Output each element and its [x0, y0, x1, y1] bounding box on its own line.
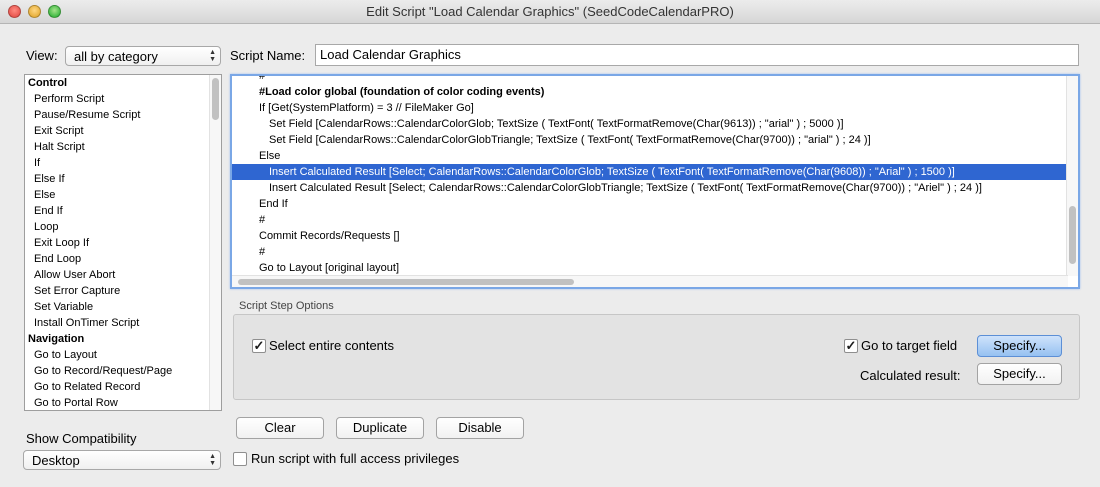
- script-line-selected[interactable]: Insert Calculated Result [Select; Calend…: [232, 164, 1068, 180]
- script-line[interactable]: Commit Records/Requests []: [232, 228, 1068, 244]
- script-line[interactable]: #: [232, 76, 1068, 84]
- script-vertical-scroll-thumb[interactable]: [1069, 206, 1076, 264]
- script-line[interactable]: #: [232, 212, 1068, 228]
- script-name-input[interactable]: Load Calendar Graphics: [315, 44, 1079, 66]
- view-selected-value: all by category: [74, 49, 158, 64]
- script-line[interactable]: If [Get(SystemPlatform) = 3 // FileMaker…: [232, 100, 1068, 116]
- script-line[interactable]: End If: [232, 196, 1068, 212]
- script-line[interactable]: Set Field [CalendarRows::CalendarColorGl…: [232, 132, 1068, 148]
- list-item[interactable]: Exit Script: [25, 123, 221, 139]
- select-entire-contents-label: Select entire contents: [269, 338, 395, 353]
- list-item[interactable]: End If: [25, 203, 221, 219]
- view-label: View:: [26, 48, 58, 63]
- list-category-header: Control: [28, 77, 68, 89]
- compatibility-popup[interactable]: Desktop ▲ ▼: [23, 450, 221, 470]
- list-item[interactable]: Perform Script: [25, 91, 221, 107]
- list-item[interactable]: Allow User Abort: [25, 267, 221, 283]
- title-bar: Edit Script "Load Calendar Graphics" (Se…: [0, 0, 1100, 24]
- list-item[interactable]: Pause/Resume Script: [25, 107, 221, 123]
- go-to-target-field-checkbox[interactable]: ✓: [844, 339, 858, 353]
- show-compatibility-label: Show Compatibility: [26, 431, 137, 446]
- script-vertical-scrollbar[interactable]: [1066, 76, 1078, 276]
- options-section-title: Script Step Options: [239, 300, 334, 312]
- list-item[interactable]: Loop: [25, 219, 221, 235]
- calculated-result-label: Calculated result:: [860, 368, 961, 383]
- script-step-options-panel: ✓ Select entire contents ✓ Go to target …: [233, 314, 1080, 400]
- disable-button[interactable]: Disable: [436, 417, 524, 439]
- specify-calculated-result-button[interactable]: Specify...: [977, 363, 1062, 385]
- script-name-label: Script Name:: [230, 48, 306, 63]
- list-item[interactable]: Go to Layout: [25, 347, 221, 363]
- full-access-privileges-label: Run script with full access privileges: [251, 451, 460, 466]
- steps-list-scrollbar[interactable]: [209, 75, 221, 410]
- view-popup[interactable]: all by category ▲ ▼: [65, 46, 221, 66]
- script-line[interactable]: #Load color global (foundation of color …: [232, 84, 1068, 100]
- list-item[interactable]: Install OnTimer Script: [25, 315, 221, 331]
- popup-arrows-icon: ▲ ▼: [209, 49, 216, 63]
- list-item[interactable]: Else: [25, 187, 221, 203]
- list-item[interactable]: Set Variable: [25, 299, 221, 315]
- clear-button[interactable]: Clear: [236, 417, 324, 439]
- list-item[interactable]: End Loop: [25, 251, 221, 267]
- script-line[interactable]: Go to Layout [original layout]: [232, 260, 1068, 276]
- list-item[interactable]: If: [25, 155, 221, 171]
- script-horizontal-scroll-thumb[interactable]: [238, 279, 574, 285]
- script-line[interactable]: Set Field [CalendarRows::CalendarColorGl…: [232, 116, 1068, 132]
- script-line[interactable]: Else: [232, 148, 1068, 164]
- list-item[interactable]: Halt Script: [25, 139, 221, 155]
- list-item[interactable]: Go to Portal Row: [25, 395, 221, 410]
- window-title: Edit Script "Load Calendar Graphics" (Se…: [366, 4, 734, 19]
- list-item[interactable]: Else If: [25, 171, 221, 187]
- full-access-privileges-checkbox[interactable]: [233, 452, 247, 466]
- script-horizontal-scrollbar[interactable]: [232, 275, 1068, 287]
- steps-list-scroll-thumb[interactable]: [212, 78, 219, 120]
- select-entire-contents-checkbox[interactable]: ✓: [252, 339, 266, 353]
- go-to-target-field-label: Go to target field: [861, 338, 958, 353]
- script-line[interactable]: Insert Calculated Result [Select; Calend…: [232, 180, 1068, 196]
- script-line[interactable]: #: [232, 244, 1068, 260]
- script-editor[interactable]: # #Load color global (foundation of color…: [230, 74, 1080, 289]
- list-category-header: Navigation: [28, 333, 85, 345]
- compatibility-selected-value: Desktop: [32, 453, 80, 468]
- duplicate-button[interactable]: Duplicate: [336, 417, 424, 439]
- list-item[interactable]: Set Error Capture: [25, 283, 221, 299]
- list-item[interactable]: Go to Related Record: [25, 379, 221, 395]
- popup-arrows-icon: ▲ ▼: [209, 453, 216, 467]
- script-steps-list[interactable]: Control Perform Script Pause/Resume Script…: [24, 74, 222, 411]
- list-item[interactable]: Exit Loop If: [25, 235, 221, 251]
- specify-target-field-button[interactable]: Specify...: [977, 335, 1062, 357]
- list-item[interactable]: Go to Record/Request/Page: [25, 363, 221, 379]
